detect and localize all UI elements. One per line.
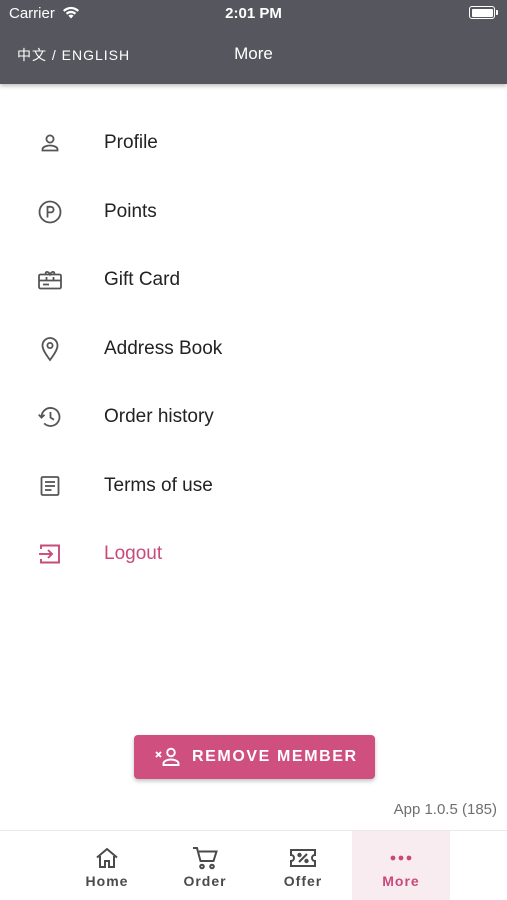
remove-member-label: REMOVE MEMBER	[192, 748, 358, 765]
menu-item-order-history[interactable]: Order history	[0, 382, 507, 451]
battery-icon	[469, 6, 498, 19]
person-icon	[36, 130, 64, 156]
menu-item-terms-of-use[interactable]: Terms of use	[0, 451, 507, 520]
tab-order[interactable]: Order	[156, 831, 254, 900]
tab-label: Offer	[283, 873, 323, 889]
page-title: More	[234, 44, 273, 63]
status-bar: Carrier 2:01 PM	[0, 0, 507, 28]
menu-item-points[interactable]: Points	[0, 177, 507, 246]
menu-item-label: Logout	[104, 543, 163, 564]
menu-item-logout[interactable]: Logout	[0, 519, 507, 588]
menu-item-address-book[interactable]: Address Book	[0, 314, 507, 383]
logout-icon	[36, 541, 64, 567]
app-version: App 1.0.5 (185)	[393, 801, 497, 818]
more-menu: Profile Points Gift Card Address Book Or…	[0, 108, 507, 588]
coupon-icon	[254, 845, 352, 871]
tab-more[interactable]: More	[352, 831, 450, 900]
tab-label: More	[382, 873, 420, 889]
remove-user-icon	[154, 745, 184, 774]
tab-label: Order	[183, 873, 227, 889]
menu-item-gift-card[interactable]: Gift Card	[0, 245, 507, 314]
cart-icon	[156, 845, 254, 871]
status-time: 2:01 PM	[225, 5, 282, 22]
menu-item-label: Points	[104, 200, 157, 222]
history-icon	[36, 404, 64, 430]
more-dots-icon	[352, 845, 450, 871]
remove-member-button[interactable]: REMOVE MEMBER	[134, 735, 375, 779]
app-header: Carrier 2:01 PM 中文 / ENGLISH More	[0, 0, 507, 84]
tab-label: Home	[85, 873, 129, 889]
document-icon	[36, 473, 64, 499]
tab-home[interactable]: Home	[58, 831, 156, 900]
menu-item-label: Terms of use	[104, 474, 213, 496]
menu-item-label: Profile	[104, 132, 158, 153]
menu-item-label: Address Book	[104, 337, 223, 359]
gift-card-icon	[36, 267, 64, 293]
tab-offer[interactable]: Offer	[254, 831, 352, 900]
menu-item-label: Gift Card	[104, 269, 181, 290]
menu-item-profile[interactable]: Profile	[0, 108, 507, 177]
menu-item-label: Order history	[104, 406, 214, 427]
location-pin-icon	[36, 336, 64, 362]
bottom-tab-bar: Home Order Offer More	[0, 830, 507, 900]
home-icon	[58, 845, 156, 871]
points-icon	[36, 199, 64, 225]
